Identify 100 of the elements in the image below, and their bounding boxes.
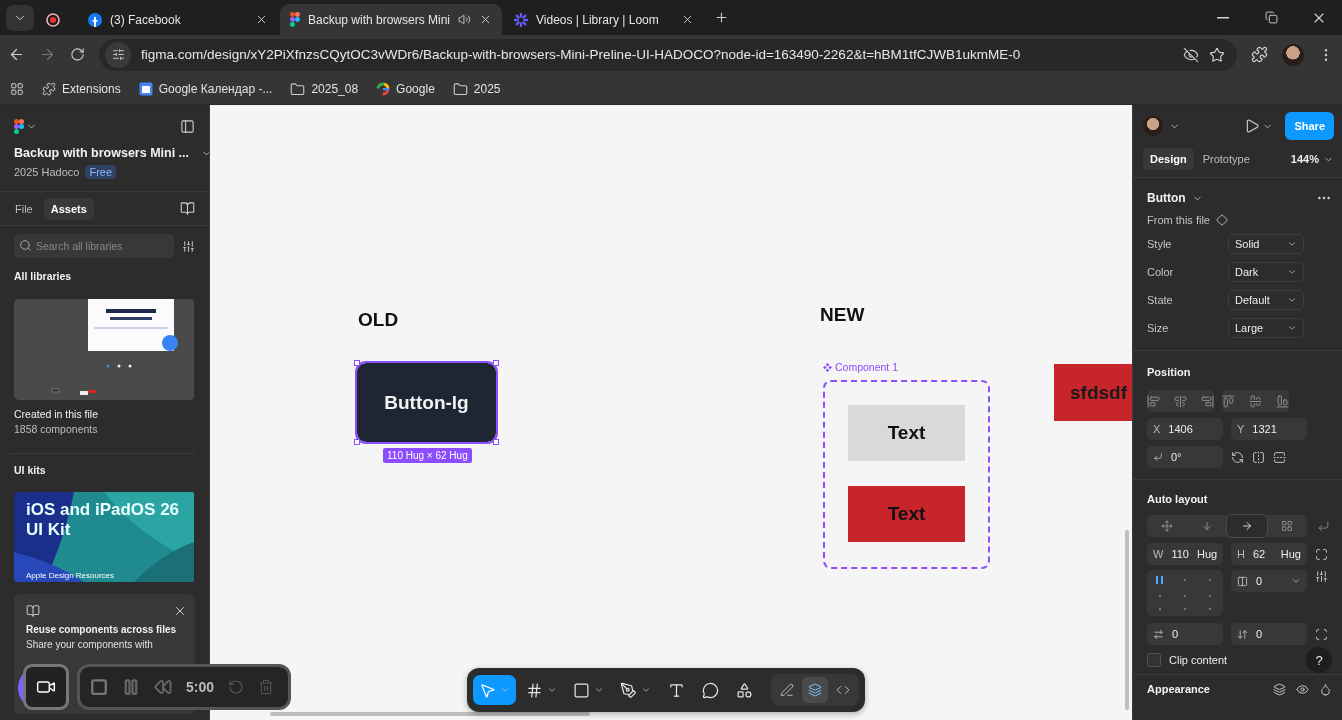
selection-handle[interactable] (354, 360, 360, 366)
search-field[interactable]: Search all libraries (14, 234, 174, 258)
forward-icon[interactable] (39, 46, 56, 63)
wrap-icon[interactable] (1317, 519, 1330, 533)
property-select[interactable]: Dark (1228, 262, 1304, 282)
position-field[interactable]: X 1406 (1147, 418, 1223, 440)
rewind-icon[interactable] (154, 678, 172, 696)
chevron-down-icon (1287, 323, 1297, 333)
bookmark-link[interactable]: 2025_08 (311, 82, 359, 96)
help-button[interactable]: ? (1306, 647, 1332, 673)
padding-field[interactable]: 0 (1231, 623, 1307, 645)
facebook-icon (88, 12, 102, 27)
stop-icon[interactable] (90, 678, 108, 696)
property-select[interactable]: Default (1228, 290, 1304, 310)
puzzle-icon (42, 82, 56, 96)
checkbox[interactable] (1147, 653, 1161, 667)
align-right-icon[interactable] (1201, 394, 1214, 408)
align-top-icon[interactable] (1222, 394, 1235, 408)
pause-icon[interactable] (122, 678, 140, 696)
size-field[interactable]: H 62 Hug (1231, 543, 1307, 565)
library-title: Created in this file (14, 408, 100, 420)
eye-icon[interactable] (1296, 682, 1309, 696)
bookmark-link[interactable]: Extensions (62, 82, 121, 96)
sidebar-toggle-icon[interactable] (180, 118, 195, 134)
address-bar[interactable]: figma.com/design/xY2PiXfnzsCQytOC3vWDr6/Backup-with-browsers-Mini-Preline-UI-HADOCO?node-id=163490-2262&t=hBM1tfCJWB1ukmME-0 (99, 38, 1237, 71)
reload-icon[interactable] (70, 47, 85, 62)
restart-icon[interactable] (228, 679, 245, 695)
text-icon (667, 681, 685, 699)
filter-icon[interactable] (182, 239, 195, 253)
profile-avatar[interactable] (1282, 43, 1304, 66)
extensions-icon[interactable] (1251, 46, 1268, 63)
present-button[interactable] (1244, 118, 1274, 134)
layout-direction-button[interactable] (1227, 515, 1267, 537)
bookmark-link[interactable]: 2025 (473, 82, 501, 96)
property-label: Size (1147, 322, 1169, 334)
back-icon[interactable] (8, 46, 25, 63)
bookmark-link[interactable]: Google Календар -... (158, 82, 273, 96)
scrollbar[interactable] (270, 712, 590, 716)
bookmark-link[interactable]: Google (396, 82, 435, 96)
url-text: figma.com/design/xY2PiXfnzsCQytOC3vWDr6/Backup-with-browsers-Mini-Preline-UI-HADOCO?node-id=163490-2262&t=hBM1tfCJWB1ukmME-0 (141, 47, 1022, 62)
panel-tab[interactable]: Design (1143, 148, 1194, 170)
align-middle-icon[interactable] (1249, 394, 1262, 408)
flip-vertical-icon[interactable] (1273, 450, 1286, 464)
align-bottom-icon[interactable] (1276, 394, 1289, 408)
calendar-icon (138, 82, 153, 96)
close-icon[interactable] (681, 13, 694, 26)
selection-handle[interactable] (354, 439, 360, 445)
design-mode-button[interactable] (802, 677, 828, 703)
padding-icon[interactable] (1315, 627, 1328, 641)
apps-icon[interactable] (10, 82, 24, 96)
component-button[interactable]: Button-lg (357, 363, 496, 442)
align-left-icon[interactable] (1147, 394, 1160, 408)
size-field[interactable]: W 110 Hug (1147, 543, 1223, 565)
dev-icon (836, 683, 850, 697)
diamond-icon[interactable] (1215, 214, 1228, 226)
user-avatar[interactable] (1143, 116, 1163, 136)
rotate-icon[interactable] (1231, 450, 1244, 464)
team-name: 2025 Hadoco (14, 166, 80, 178)
selection-handle[interactable] (493, 439, 499, 445)
property-select[interactable]: Large (1228, 318, 1304, 338)
browser-tab[interactable]: (3) Facebook (78, 4, 278, 35)
panel-tab[interactable]: Prototype (1195, 148, 1257, 170)
rotation-field[interactable]: 0° (1147, 446, 1223, 468)
settings-icon[interactable] (1315, 570, 1328, 583)
section-heading: Position (1147, 366, 1191, 378)
panel-tab[interactable]: File (8, 197, 40, 220)
eye-off-icon[interactable] (1183, 46, 1199, 63)
camera-button[interactable] (23, 664, 69, 710)
property-label: State (1147, 294, 1173, 306)
component-frame[interactable]: Text Text (823, 380, 990, 569)
browser-tab[interactable]: Backup with browsers Mini (280, 4, 502, 35)
scrollbar[interactable] (1125, 530, 1129, 710)
close-icon[interactable] (173, 604, 187, 618)
book-icon[interactable] (180, 201, 195, 216)
droplet-icon[interactable] (1319, 682, 1332, 696)
property-label: Style (1147, 238, 1172, 250)
horizontal-align-group[interactable] (1147, 390, 1214, 412)
move-tool[interactable] (473, 675, 516, 705)
selection-handle[interactable] (493, 360, 499, 366)
vertical-align-group[interactable] (1222, 390, 1289, 412)
property-select[interactable]: Solid (1228, 234, 1304, 254)
align-center-icon[interactable] (1174, 394, 1187, 408)
checkbox-label: Clip content (1169, 654, 1228, 666)
size-badge: 110 Hug × 62 Hug (383, 448, 472, 463)
browser-tab[interactable]: Videos | Library | Loom (504, 4, 704, 35)
text-box[interactable]: Text (848, 405, 965, 461)
zoom-menu[interactable]: 144% (1290, 153, 1334, 165)
gap-field[interactable]: 0 (1231, 570, 1307, 592)
resize-icon[interactable] (1315, 547, 1328, 561)
figma-icon (14, 118, 24, 134)
padding-field[interactable]: 0 (1147, 623, 1223, 645)
panel-tab[interactable]: Assets (43, 197, 94, 220)
close-icon[interactable] (479, 13, 492, 26)
close-icon[interactable] (255, 13, 268, 26)
main-menu-button[interactable] (14, 118, 37, 134)
site-info-button[interactable] (105, 41, 131, 68)
flip-horizontal-icon[interactable] (1252, 450, 1265, 464)
star-icon[interactable] (1209, 46, 1225, 63)
position-field[interactable]: Y 1321 (1231, 418, 1307, 440)
layers-icon[interactable] (1273, 682, 1286, 696)
